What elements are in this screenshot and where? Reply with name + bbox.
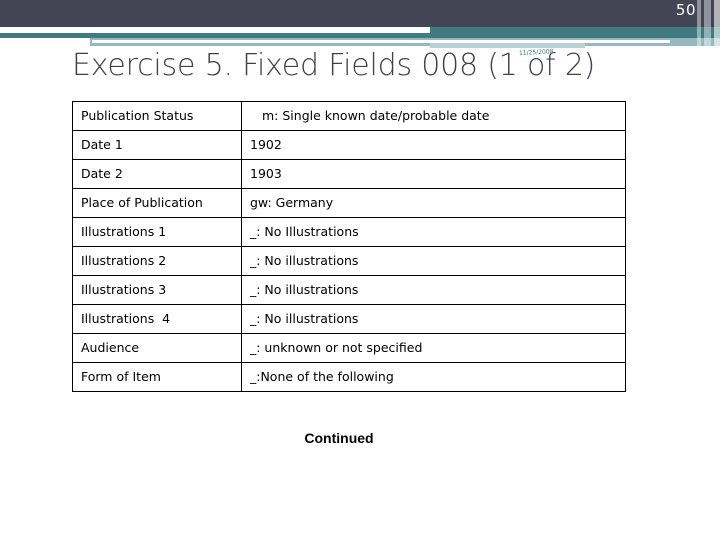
table-row: Date 2 1903 [72, 159, 626, 189]
table-row: Illustrations 4 _: No illustrations [72, 304, 626, 334]
field-label: Audience [72, 333, 242, 363]
page-title: Exercise 5. Fixed Fields 008 (1 of 2) [72, 48, 596, 83]
table-row: Publication Status m: Single known date/… [72, 101, 626, 131]
table-row: Place of Publication gw: Germany [72, 188, 626, 218]
field-value: _: No Illustrations [241, 217, 626, 247]
field-value: 1903 [241, 159, 626, 189]
field-label: Illustrations 1 [72, 217, 242, 247]
banner-notch-upper [0, 27, 430, 33]
table-row: Date 1 1902 [72, 130, 626, 160]
continued-label: Continued [304, 430, 374, 446]
field-value: m: Single known date/probable date [241, 101, 626, 131]
field-value: 1902 [241, 130, 626, 160]
field-value: _: No illustrations [241, 275, 626, 305]
field-label: Illustrations 3 [72, 275, 242, 305]
field-label: Date 2 [72, 159, 242, 189]
banner-band-dark [0, 0, 720, 27]
field-value: _: unknown or not specified [241, 333, 626, 363]
field-label: Place of Publication [72, 188, 242, 218]
field-label: Illustrations 2 [72, 246, 242, 276]
banner-stripe-1 [697, 0, 701, 48]
field-value: gw: Germany [241, 188, 626, 218]
table-row: Illustrations 3 _: No illustrations [72, 275, 626, 305]
field-label: Date 1 [72, 130, 242, 160]
banner-notch-lower [0, 38, 90, 48]
fixed-fields-table: Publication Status m: Single known date/… [72, 101, 626, 392]
table-row: Illustrations 2 _: No illustrations [72, 246, 626, 276]
field-label: Illustrations 4 [72, 304, 242, 334]
field-value: _: No illustrations [241, 246, 626, 276]
field-value: _: No illustrations [241, 304, 626, 334]
banner-stripe-3 [714, 0, 720, 48]
field-label: Publication Status [72, 101, 242, 131]
field-label: Form of Item [72, 362, 242, 392]
banner-stripe-2 [704, 0, 711, 48]
table-row: Form of Item _:None of the following [72, 362, 626, 392]
page-number: 50 [675, 1, 696, 19]
slide-header-banner [0, 0, 720, 48]
table-row: Audience _: unknown or not specified [72, 333, 626, 363]
fixed-fields-table-body: Publication Status m: Single known date/… [72, 101, 626, 392]
table-row: Illustrations 1 _: No Illustrations [72, 217, 626, 247]
field-value: _:None of the following [241, 362, 626, 392]
